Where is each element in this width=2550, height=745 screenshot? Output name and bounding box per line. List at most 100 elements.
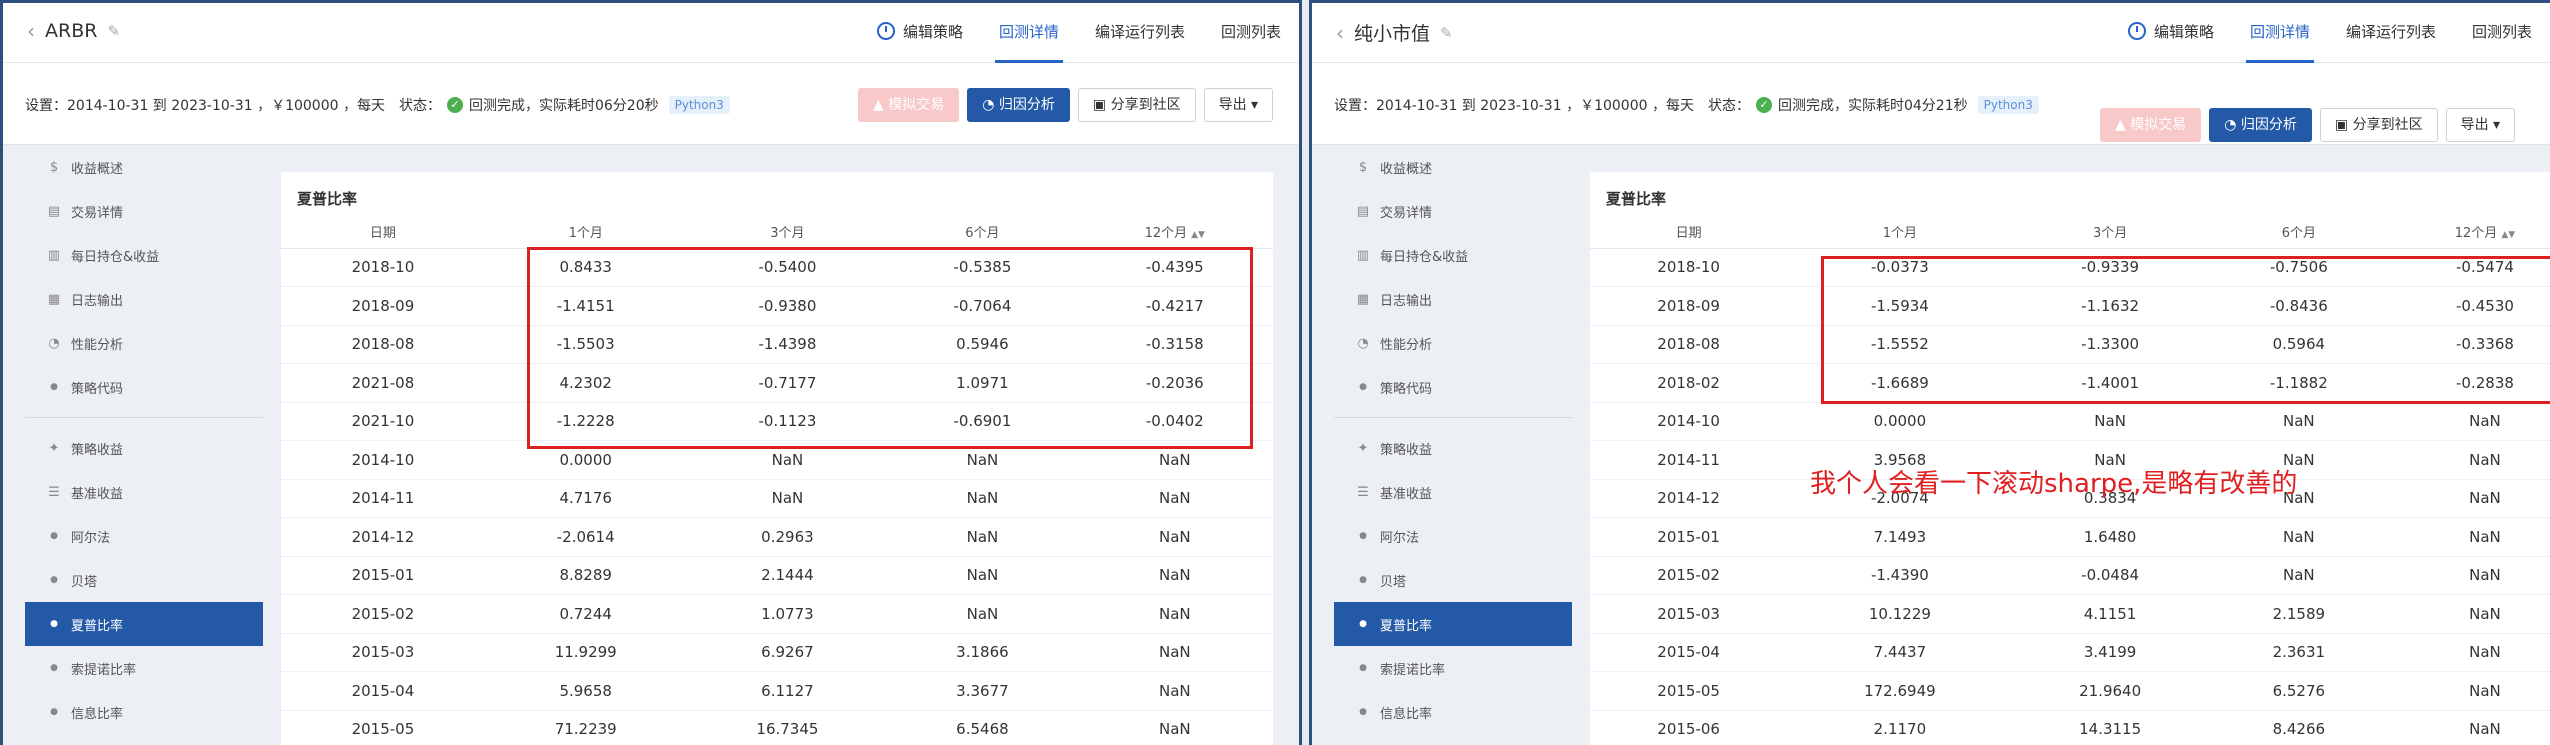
sidebar-item[interactable]: ● 阿尔法 — [1334, 514, 1572, 558]
share-button[interactable]: ▣ 分享到社区 — [2319, 108, 2438, 142]
sidebar-item-label: 交易详情 — [1380, 205, 1433, 221]
table-cell: NaN — [2389, 594, 2550, 634]
dot-icon: ● — [1359, 619, 1367, 629]
sidebar-item[interactable]: ● 信息比率 — [25, 690, 263, 734]
column-header[interactable]: 1个月 — [1787, 216, 2013, 249]
table-cell: 2015-04 — [281, 671, 485, 711]
sidebar-item[interactable]: ● 策略代码 — [25, 365, 263, 409]
sidebar-item[interactable]: $ 收益概述 — [25, 145, 263, 189]
sidebar-item[interactable]: ● 夏普比率 — [1334, 602, 1572, 646]
bulb-icon: ✦ — [1357, 440, 1369, 456]
sort-icon[interactable]: ▲▼ — [2501, 230, 2515, 240]
column-header[interactable]: 日期 — [1590, 216, 1788, 249]
nav-item-1[interactable]: 回测详情 — [2232, 3, 2328, 63]
table-cell: 2015-01 — [281, 556, 485, 595]
dot-icon: ● — [50, 382, 58, 392]
attribution-button[interactable]: ◔ 归因分析 — [967, 88, 1070, 122]
table-cell: -1.4151 — [484, 286, 687, 326]
table-title: 夏普比率 — [297, 190, 358, 208]
sidebar-item[interactable]: ● 夏普比率 — [25, 602, 263, 646]
right-panel: ‹ 纯小市值 ✎ 编辑策略 回测详情 编译运行列表 回测列表 设置： 2014-10-31 到 … — [1309, 0, 2550, 745]
table-cell: NaN — [888, 479, 1077, 518]
table-cell: NaN — [1076, 479, 1273, 518]
sidebar-item[interactable]: $ 收益概述 — [1334, 145, 1572, 189]
bar-chart-icon: ▥ — [1356, 247, 1370, 263]
sidebar-item[interactable]: ▥ 每日持仓&收益 — [25, 233, 263, 277]
nav-item-0[interactable]: 编辑策略 — [859, 3, 981, 63]
nav-item-3[interactable]: 回测列表 — [1203, 3, 1299, 63]
settings-value: 2014-10-31 到 2023-10-31 ，￥100000 ，每天 — [67, 98, 385, 114]
export-button[interactable]: 导出 ▾ — [2445, 108, 2516, 142]
nav-item-0[interactable]: 编辑策略 — [2110, 3, 2232, 63]
table-cell: 6.1127 — [686, 671, 889, 711]
share-button[interactable]: ▣ 分享到社区 — [1077, 88, 1196, 122]
sidebar-item[interactable]: ▥ 每日持仓&收益 — [1334, 233, 1572, 277]
sidebar-item[interactable]: ✦ 策略收益 — [25, 426, 263, 470]
sidebar-item[interactable]: ◔ 性能分析 — [1334, 321, 1572, 365]
sort-icon[interactable]: ▲▼ — [1191, 230, 1205, 240]
nav-item-2[interactable]: 编译运行列表 — [2328, 3, 2454, 63]
sidebar-item[interactable]: ✦ 策略收益 — [1334, 426, 1572, 470]
attribution-button[interactable]: ◔ 归因分析 — [2209, 108, 2312, 142]
table-cell: 0.5964 — [2207, 325, 2390, 364]
table-cell: NaN — [888, 594, 1077, 634]
nav-item-3[interactable]: 回测列表 — [2454, 3, 2550, 63]
table-cell: NaN — [2389, 402, 2550, 441]
bulb-icon: ✦ — [48, 440, 60, 456]
edit-pencil-icon[interactable]: ✎ — [107, 22, 120, 40]
sidebar-item[interactable]: ● 贝塔 — [1334, 558, 1572, 602]
column-header[interactable]: 3个月 — [686, 216, 889, 249]
table-cell: NaN — [888, 556, 1077, 595]
sidebar-item[interactable]: ● 阿尔法 — [25, 514, 263, 558]
table-cell: 2018-08 — [1590, 325, 1788, 364]
sidebar-item-label: 日志输出 — [71, 293, 124, 309]
sidebar-item[interactable]: ▤ 交易详情 — [25, 189, 263, 233]
document-icon: ▤ — [1356, 203, 1370, 219]
edit-pencil-icon[interactable]: ✎ — [1440, 24, 1453, 42]
table-cell: 2014-12 — [281, 517, 485, 557]
table-cell: -1.1882 — [2207, 363, 2390, 403]
table-cell: 5.9658 — [484, 671, 687, 711]
table-row: 2015-04 7.4437 3.4199 2.3631 NaN — [1590, 633, 2550, 672]
sidebar-item[interactable]: ▤ 交易详情 — [1334, 189, 1572, 233]
table-cell: 2015-03 — [1590, 594, 1788, 634]
nav-item-2[interactable]: 编译运行列表 — [1077, 3, 1203, 63]
back-chevron-icon[interactable]: ‹ — [27, 19, 35, 43]
column-header[interactable]: 6个月 — [2207, 216, 2390, 249]
sidebar-item[interactable]: ● 贝塔 — [25, 558, 263, 602]
column-header[interactable]: 6个月 — [888, 216, 1077, 249]
column-header[interactable]: 12个月 ▲▼ — [2389, 216, 2550, 249]
table-cell: 7.4437 — [1787, 633, 2013, 672]
sidebar-item[interactable]: ☰ 基准收益 — [25, 470, 263, 514]
right-topbar: ‹ 纯小市值 ✎ 编辑策略 回测详情 编译运行列表 回测列表 — [1312, 3, 2550, 63]
sidebar-item[interactable]: ● 索提诺比率 — [25, 646, 263, 690]
nav-item-1[interactable]: 回测详情 — [981, 3, 1077, 63]
simulate-button[interactable]: ▲ 模拟交易 — [2100, 108, 2202, 142]
calendar-icon: ▦ — [47, 291, 61, 307]
column-header[interactable]: 12个月 ▲▼ — [1076, 216, 1273, 249]
table-cell: NaN — [1076, 633, 1273, 672]
table-row: 2021-08 4.2302 -0.7177 1.0971 -0.2036 — [281, 363, 1273, 403]
nav-item-label: 回测列表 — [1220, 23, 1281, 41]
table-cell: -0.9339 — [2012, 248, 2208, 287]
column-header[interactable]: 日期 — [281, 216, 485, 249]
sidebar-item[interactable]: ● 策略代码 — [1334, 365, 1572, 409]
sidebar-divider — [1334, 417, 1572, 418]
sidebar-item-label: 阿尔法 — [1380, 530, 1420, 546]
sidebar-item[interactable]: ● 索提诺比率 — [1334, 646, 1572, 690]
export-button[interactable]: 导出 ▾ — [1203, 88, 1274, 122]
simulate-button[interactable]: ▲ 模拟交易 — [858, 88, 960, 122]
table-cell: -0.1123 — [686, 402, 889, 441]
sidebar-item[interactable]: ● 信息比率 — [1334, 690, 1572, 734]
sidebar-item[interactable]: ☰ 基准收益 — [1334, 470, 1572, 514]
table-cell: 2021-10 — [281, 402, 485, 441]
column-header[interactable]: 3个月 — [2012, 216, 2208, 249]
sidebar-item[interactable]: ▦ 日志输出 — [25, 277, 263, 321]
column-header[interactable]: 1个月 — [484, 216, 687, 249]
sidebar-item[interactable]: ◔ 性能分析 — [25, 321, 263, 365]
left-sharpe-table-card: 夏普比率 日期 1个月 3个月 6个月 12个月 ▲▼ 2018-10 0.8433 -0.540… — [281, 172, 1273, 745]
table-cell: 3.3677 — [888, 671, 1077, 711]
back-chevron-icon[interactable]: ‹ — [1336, 21, 1344, 45]
sidebar-item[interactable]: ▦ 日志输出 — [1334, 277, 1572, 321]
table-cell: -0.0373 — [1787, 248, 2013, 287]
